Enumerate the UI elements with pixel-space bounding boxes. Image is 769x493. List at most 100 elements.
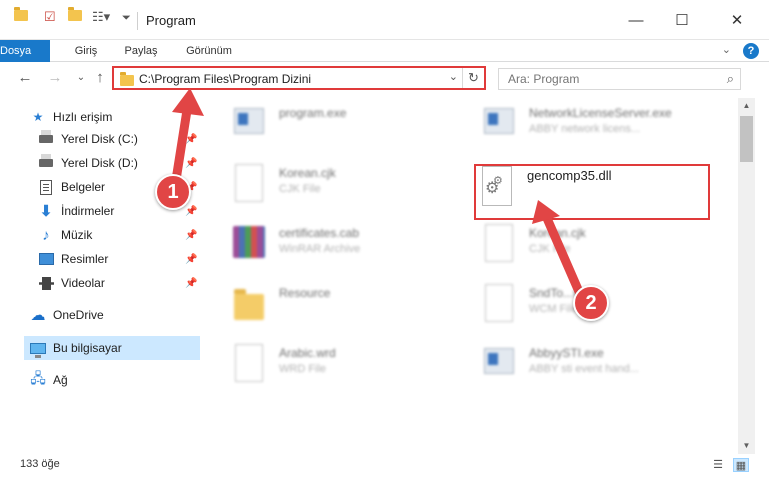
view-icon[interactable]: ☷▾: [92, 9, 110, 25]
title-bar: ☑ ☷▾ ⏷ Program — ☐ ✕: [0, 0, 769, 40]
ribbon-tabs: Dosya Giriş Paylaş Görünüm ⌄ ?: [0, 40, 769, 62]
winrar-icon: [230, 222, 268, 266]
sidebar-item-label: Ağ: [53, 373, 68, 387]
file-item[interactable]: certificates.cab WinRAR Archive: [230, 222, 450, 266]
sidebar-item-label: Bu bilgisayar: [53, 341, 122, 355]
file-name: program.exe: [279, 106, 347, 120]
cloud-icon: ☁: [30, 307, 46, 324]
computer-icon: [30, 340, 46, 358]
pin-icon[interactable]: 📌: [185, 206, 197, 217]
address-bar[interactable]: C:\Program Files\Program Dizini ⌄ ↻: [112, 66, 486, 90]
file-type: WRD File: [279, 363, 327, 375]
back-button[interactable]: ←: [16, 69, 34, 86]
search-input[interactable]: [499, 69, 699, 89]
exe-icon: [480, 102, 518, 146]
sidebar-item-local-disk-d[interactable]: Yerel Disk (D:): [38, 151, 200, 175]
pin-icon[interactable]: 📌: [185, 254, 197, 265]
tab-view[interactable]: Görünüm: [178, 40, 240, 62]
sidebar-item-label: Yerel Disk (C:): [61, 132, 138, 146]
file-type: ABBY network licens...: [529, 123, 641, 135]
file-name: certificates.cab: [279, 226, 360, 240]
address-path[interactable]: C:\Program Files\Program Dizini: [139, 72, 311, 86]
close-button[interactable]: ✕: [714, 0, 760, 40]
file-icon: [480, 282, 518, 326]
callout-badge-1: 1: [155, 174, 191, 210]
scrollbar-thumb[interactable]: [740, 116, 753, 162]
refresh-button[interactable]: ↻: [462, 68, 484, 88]
maximize-button[interactable]: ☐: [659, 0, 705, 40]
video-icon: [38, 275, 54, 291]
folder-icon: [14, 7, 28, 21]
highlight-box: [474, 164, 710, 220]
sidebar-item-onedrive[interactable]: ☁ OneDrive: [30, 303, 200, 327]
file-type: CJK File: [529, 243, 571, 255]
expand-ribbon-icon[interactable]: ⌄: [722, 43, 731, 56]
pin-icon[interactable]: 📌: [185, 230, 197, 241]
file-item[interactable]: Arabic.wrd WRD File: [230, 342, 450, 386]
exe-icon: [230, 102, 268, 146]
download-icon: ⬇: [39, 203, 53, 220]
music-icon: ♪: [42, 226, 50, 244]
callout-badge-2: 2: [573, 285, 609, 321]
sidebar-item-label: Belgeler: [61, 180, 106, 194]
file-name: Korean.cjk: [279, 166, 336, 180]
sidebar-item-local-disk-c[interactable]: Yerel Disk (C:): [38, 127, 200, 151]
minimize-button[interactable]: —: [613, 0, 659, 40]
file-name: Resource: [279, 286, 331, 300]
tab-file[interactable]: Dosya: [0, 40, 50, 62]
file-list: program.exe NetworkLicenseServer.exe ABBY…: [206, 98, 736, 454]
file-item[interactable]: AbbyySTI.exe ABBY sti event hand...: [480, 342, 730, 386]
sidebar-item-label: Videolar: [61, 276, 105, 290]
drive-icon: [38, 154, 54, 171]
title-separator: [137, 12, 138, 30]
pictures-icon: [38, 251, 54, 267]
sidebar-item-network[interactable]: 🖧 Ağ: [30, 368, 200, 392]
sidebar-item-pictures[interactable]: Resimler: [38, 247, 200, 271]
sidebar-item-label: İndirmeler: [61, 204, 115, 218]
navigation-pane: ★ Hızlı erişim Yerel Disk (C:) 📌 Yerel D…: [0, 98, 200, 454]
search-box[interactable]: ⌕: [498, 68, 741, 90]
forward-button[interactable]: →: [46, 69, 64, 86]
file-item[interactable]: program.exe: [230, 102, 450, 146]
star-icon: ★: [32, 110, 44, 124]
drive-icon: [38, 130, 54, 147]
address-row: ← → ⌄ ↑ C:\Program Files\Program Dizini …: [0, 63, 769, 93]
sidebar-item-music[interactable]: ♪ Müzik: [38, 223, 200, 247]
properties-icon[interactable]: ☑: [44, 9, 56, 25]
up-button[interactable]: ↑: [91, 69, 109, 86]
sidebar-item-label: Hızlı erişim: [53, 110, 113, 124]
file-icon: [480, 222, 518, 266]
status-bar: 133 öğe ☰ ▦: [0, 454, 769, 476]
sidebar-item-label: Yerel Disk (D:): [61, 156, 138, 170]
sidebar-item-quick-access[interactable]: ★ Hızlı erişim: [30, 105, 200, 129]
file-item[interactable]: Resource: [230, 282, 450, 326]
new-folder-icon[interactable]: [68, 7, 82, 21]
file-type: WinRAR Archive: [279, 243, 361, 255]
customize-toolbar-icon[interactable]: ⏷: [122, 12, 131, 25]
tab-share[interactable]: Paylaş: [118, 40, 164, 62]
recent-locations-icon[interactable]: ⌄: [72, 72, 90, 83]
tab-home[interactable]: Giriş: [64, 40, 108, 62]
sidebar-item-this-pc[interactable]: Bu bilgisayar: [24, 336, 200, 360]
sidebar-item-videos[interactable]: Videolar: [38, 271, 200, 295]
file-item[interactable]: Korean.cjk CJK File: [230, 162, 450, 206]
chevron-down-icon[interactable]: ⌄: [449, 70, 458, 83]
details-view-icon[interactable]: ☰: [710, 458, 726, 472]
sidebar-item-label: Resimler: [61, 252, 109, 266]
scroll-up-icon[interactable]: ▲: [738, 98, 755, 114]
file-item[interactable]: NetworkLicenseServer.exe ABBY network lic…: [480, 102, 730, 146]
file-icon: [230, 162, 268, 206]
file-name: AbbyySTI.exe: [529, 346, 604, 360]
file-item[interactable]: Korean.cjk CJK File: [480, 222, 720, 266]
large-icons-view-icon[interactable]: ▦: [733, 458, 749, 472]
network-icon: 🖧: [30, 370, 46, 386]
folder-icon: [230, 282, 268, 326]
search-icon[interactable]: ⌕: [727, 71, 734, 87]
help-icon[interactable]: ?: [743, 43, 759, 59]
scroll-down-icon[interactable]: ▼: [738, 438, 755, 454]
pin-icon[interactable]: 📌: [185, 278, 197, 289]
sidebar-item-label: Müzik: [61, 228, 93, 242]
pin-icon[interactable]: 📌: [185, 158, 197, 169]
pin-icon[interactable]: 📌: [185, 134, 197, 145]
vertical-scrollbar[interactable]: ▲ ▼: [738, 98, 755, 454]
